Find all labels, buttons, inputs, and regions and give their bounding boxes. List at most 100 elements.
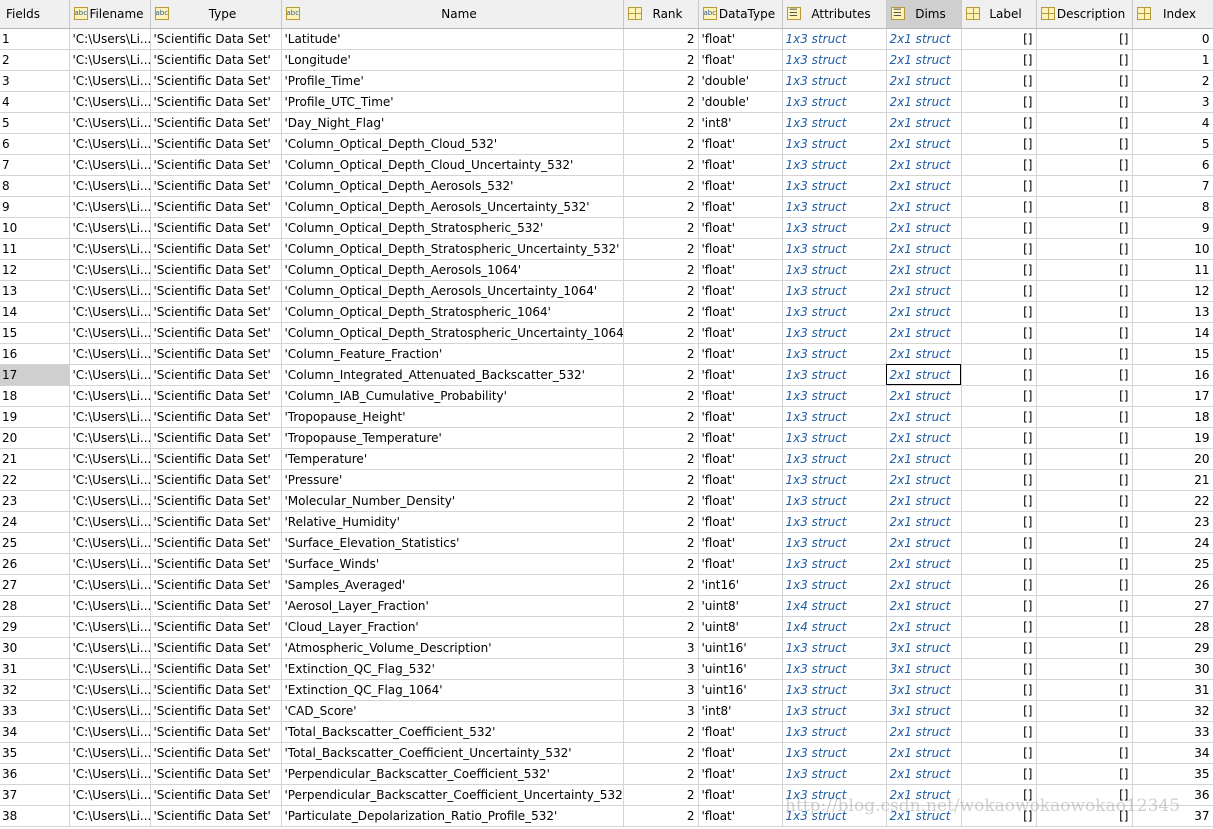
- cell-label[interactable]: []: [961, 175, 1037, 197]
- cell-name[interactable]: 'Day_Night_Flag': [281, 112, 624, 134]
- row-header[interactable]: 15: [0, 322, 70, 344]
- cell-rank[interactable]: 2: [623, 553, 699, 575]
- cell-label[interactable]: []: [961, 763, 1037, 785]
- row-header[interactable]: 23: [0, 490, 70, 512]
- cell-datatype[interactable]: 'float': [698, 721, 783, 743]
- cell-type[interactable]: 'Scientific Data Set': [150, 532, 282, 554]
- cell-type[interactable]: 'Scientific Data Set': [150, 574, 282, 596]
- cell-name[interactable]: 'Column_Optical_Depth_Cloud_532': [281, 133, 624, 155]
- column-header-rank[interactable]: Rank: [623, 0, 699, 29]
- cell-description[interactable]: []: [1036, 595, 1133, 617]
- cell-label[interactable]: []: [961, 469, 1037, 491]
- cell-datatype[interactable]: 'float': [698, 490, 783, 512]
- cell-index[interactable]: 36: [1132, 784, 1213, 806]
- cell-name[interactable]: 'Column_Optical_Depth_Stratospheric_Unce…: [281, 322, 624, 344]
- cell-rank[interactable]: 2: [623, 616, 699, 638]
- cell-datatype[interactable]: 'float': [698, 217, 783, 239]
- cell-label[interactable]: []: [961, 154, 1037, 176]
- cell-datatype[interactable]: 'uint16': [698, 658, 783, 680]
- cell-dims[interactable]: 2x1 struct: [886, 763, 962, 785]
- cell-label[interactable]: []: [961, 322, 1037, 344]
- cell-filename[interactable]: 'C:\Users\Li...: [69, 175, 151, 197]
- row-header[interactable]: 20: [0, 427, 70, 449]
- cell-dims[interactable]: 2x1 struct: [886, 511, 962, 533]
- cell-label[interactable]: []: [961, 343, 1037, 365]
- cell-filename[interactable]: 'C:\Users\Li...: [69, 91, 151, 113]
- cell-type[interactable]: 'Scientific Data Set': [150, 742, 282, 764]
- cell-label[interactable]: []: [961, 196, 1037, 218]
- cell-rank[interactable]: 2: [623, 154, 699, 176]
- cell-rank[interactable]: 2: [623, 28, 699, 50]
- cell-index[interactable]: 13: [1132, 301, 1213, 323]
- cell-attributes[interactable]: 1x3 struct: [782, 511, 887, 533]
- cell-dims[interactable]: 2x1 struct: [886, 217, 962, 239]
- cell-index[interactable]: 15: [1132, 343, 1213, 365]
- cell-label[interactable]: []: [961, 406, 1037, 428]
- cell-description[interactable]: []: [1036, 280, 1133, 302]
- cell-name[interactable]: 'Column_IAB_Cumulative_Probability': [281, 385, 624, 407]
- cell-filename[interactable]: 'C:\Users\Li...: [69, 133, 151, 155]
- cell-attributes[interactable]: 1x3 struct: [782, 574, 887, 596]
- cell-attributes[interactable]: 1x3 struct: [782, 154, 887, 176]
- cell-label[interactable]: []: [961, 448, 1037, 470]
- cell-label[interactable]: []: [961, 805, 1037, 827]
- column-header-datatype[interactable]: abc DataType: [698, 0, 783, 29]
- cell-index[interactable]: 27: [1132, 595, 1213, 617]
- cell-description[interactable]: []: [1036, 343, 1133, 365]
- cell-index[interactable]: 10: [1132, 238, 1213, 260]
- row-header[interactable]: 1: [0, 28, 70, 50]
- cell-description[interactable]: []: [1036, 721, 1133, 743]
- cell-filename[interactable]: 'C:\Users\Li...: [69, 721, 151, 743]
- cell-description[interactable]: []: [1036, 742, 1133, 764]
- row-header[interactable]: 8: [0, 175, 70, 197]
- cell-filename[interactable]: 'C:\Users\Li...: [69, 553, 151, 575]
- cell-datatype[interactable]: 'float': [698, 196, 783, 218]
- column-header-description[interactable]: Description: [1036, 0, 1133, 29]
- cell-name[interactable]: 'Cloud_Layer_Fraction': [281, 616, 624, 638]
- cell-dims[interactable]: 2x1 struct: [886, 742, 962, 764]
- cell-index[interactable]: 17: [1132, 385, 1213, 407]
- cell-attributes[interactable]: 1x3 struct: [782, 385, 887, 407]
- cell-dims[interactable]: 3x1 struct: [886, 658, 962, 680]
- cell-type[interactable]: 'Scientific Data Set': [150, 112, 282, 134]
- row-header[interactable]: 28: [0, 595, 70, 617]
- cell-datatype[interactable]: 'float': [698, 364, 783, 386]
- cell-label[interactable]: []: [961, 28, 1037, 50]
- cell-attributes[interactable]: 1x3 struct: [782, 217, 887, 239]
- cell-name[interactable]: 'Column_Optical_Depth_Stratospheric_Unce…: [281, 238, 624, 260]
- cell-dims[interactable]: 2x1 struct: [886, 70, 962, 92]
- cell-type[interactable]: 'Scientific Data Set': [150, 343, 282, 365]
- cell-label[interactable]: []: [961, 511, 1037, 533]
- cell-type[interactable]: 'Scientific Data Set': [150, 658, 282, 680]
- cell-rank[interactable]: 2: [623, 427, 699, 449]
- cell-rank[interactable]: 2: [623, 70, 699, 92]
- cell-type[interactable]: 'Scientific Data Set': [150, 70, 282, 92]
- cell-index[interactable]: 7: [1132, 175, 1213, 197]
- cell-filename[interactable]: 'C:\Users\Li...: [69, 322, 151, 344]
- column-header-index[interactable]: Index: [1132, 0, 1213, 29]
- cell-attributes[interactable]: 1x3 struct: [782, 406, 887, 428]
- cell-filename[interactable]: 'C:\Users\Li...: [69, 196, 151, 218]
- cell-filename[interactable]: 'C:\Users\Li...: [69, 763, 151, 785]
- cell-filename[interactable]: 'C:\Users\Li...: [69, 658, 151, 680]
- cell-rank[interactable]: 2: [623, 175, 699, 197]
- row-header[interactable]: 12: [0, 259, 70, 281]
- cell-label[interactable]: []: [961, 595, 1037, 617]
- cell-index[interactable]: 21: [1132, 469, 1213, 491]
- cell-rank[interactable]: 2: [623, 469, 699, 491]
- cell-description[interactable]: []: [1036, 784, 1133, 806]
- cell-attributes[interactable]: 1x3 struct: [782, 427, 887, 449]
- cell-label[interactable]: []: [961, 301, 1037, 323]
- cell-index[interactable]: 19: [1132, 427, 1213, 449]
- cell-label[interactable]: []: [961, 238, 1037, 260]
- cell-attributes[interactable]: 1x3 struct: [782, 658, 887, 680]
- cell-name[interactable]: 'Total_Backscatter_Coefficient_532': [281, 721, 624, 743]
- cell-label[interactable]: []: [961, 679, 1037, 701]
- cell-datatype[interactable]: 'int16': [698, 574, 783, 596]
- cell-datatype[interactable]: 'uint16': [698, 679, 783, 701]
- cell-rank[interactable]: 2: [623, 133, 699, 155]
- cell-label[interactable]: []: [961, 217, 1037, 239]
- cell-filename[interactable]: 'C:\Users\Li...: [69, 154, 151, 176]
- cell-datatype[interactable]: 'uint8': [698, 616, 783, 638]
- row-header[interactable]: 38: [0, 805, 70, 827]
